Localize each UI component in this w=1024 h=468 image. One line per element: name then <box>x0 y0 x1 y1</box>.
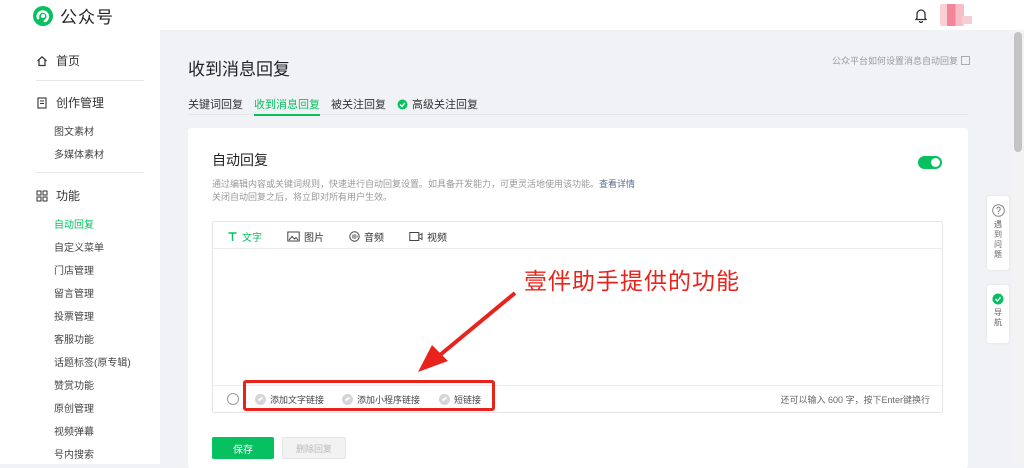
editor-tab-label: 图片 <box>304 233 324 244</box>
tab-follow-reply[interactable]: 被关注回复 <box>331 94 386 114</box>
home-icon <box>37 55 47 66</box>
sidebar-item-store[interactable]: 门店管理 <box>54 262 94 277</box>
sidebar-item-label: 首页 <box>56 54 81 68</box>
grid-icon <box>36 190 48 201</box>
image-icon <box>287 231 300 242</box>
page-title: 收到消息回复 <box>188 60 290 79</box>
auto-reply-description: 通过编辑内容或关键词规则，快速进行自动回复设置。如具备开发能力，可更灵活地使用该… <box>212 178 635 204</box>
char-count: 还可以输入 600 字，按下Enter键换行 <box>780 395 930 405</box>
tab-label: 被关注回复 <box>331 99 386 111</box>
sidebar-item-media-material[interactable]: 多媒体素材 <box>54 146 104 161</box>
sidebar-item-auto-reply[interactable]: 自动回复 <box>54 216 94 231</box>
sidebar-item-topic-tags[interactable]: 话题标签(原专辑) <box>54 354 131 369</box>
desc-line-1: 通过编辑内容或关键词规则，快速进行自动回复设置。如具备开发能力，可更灵活地使用该… <box>212 179 600 189</box>
scrollbar[interactable] <box>1012 30 1024 464</box>
editor-tab-label: 音频 <box>364 233 384 244</box>
sidebar: 首页 创作管理 图文素材 多媒体素材 功能 自动回复 自定义菜单 门店管理 留言… <box>0 30 160 464</box>
desc-line-2: 关闭自动回复之后，将立即对所有用户生效。 <box>212 192 393 202</box>
sidebar-item-votes[interactable]: 投票管理 <box>54 308 94 323</box>
sidebar-item-search[interactable]: 号内搜索 <box>54 446 94 461</box>
details-link[interactable]: 查看详情 <box>599 179 635 189</box>
auto-reply-panel: 自动回复 通过编辑内容或关键词规则，快速进行自动回复设置。如具备开发能力，可更灵… <box>212 150 942 206</box>
annotation-highlight-box <box>243 380 495 411</box>
video-icon <box>409 232 423 241</box>
emoji-icon[interactable] <box>227 393 239 405</box>
divider <box>36 172 144 173</box>
tab-label: 收到消息回复 <box>254 99 320 111</box>
document-icon <box>37 96 47 109</box>
bell-icon[interactable] <box>912 6 930 24</box>
sidebar-group-function[interactable]: 功能 <box>36 187 80 204</box>
help-link-label: 公众平台如何设置消息自动回复 <box>831 56 958 66</box>
doc-icon <box>961 56 970 65</box>
question-icon <box>991 204 1005 217</box>
help-link[interactable]: 公众平台如何设置消息自动回复 <box>832 54 970 67</box>
sidebar-item-original[interactable]: 原创管理 <box>54 400 94 415</box>
sidebar-group-label: 功能 <box>56 189 81 203</box>
annotation-text: 壹伴助手提供的功能 <box>524 268 740 294</box>
editor-tab-video[interactable]: 视频 <box>409 229 447 244</box>
nav-float-label: 导航 <box>993 308 1003 328</box>
sidebar-group-label: 创作管理 <box>56 96 105 110</box>
sidebar-item-home[interactable]: 首页 <box>36 52 80 69</box>
editor-tab-text[interactable]: 文字 <box>227 229 262 244</box>
editor-tab-image[interactable]: 图片 <box>287 229 324 244</box>
avatar[interactable] <box>940 4 964 26</box>
yiban-badge-icon <box>992 293 1004 305</box>
sidebar-item-article-material[interactable]: 图文素材 <box>54 123 94 138</box>
sidebar-item-rewards[interactable]: 赞赏功能 <box>54 377 94 392</box>
reply-card: 自动回复 通过编辑内容或关键词规则，快速进行自动回复设置。如具备开发能力，可更灵… <box>188 128 968 468</box>
sidebar-item-customer-service[interactable]: 客服功能 <box>54 331 94 346</box>
logo[interactable]: 公众号 <box>32 3 114 28</box>
help-float-label: 遇到问题 <box>993 220 1003 260</box>
top-bar: 公众号 <box>0 0 1024 30</box>
save-button[interactable]: 保存 <box>212 437 274 459</box>
auto-reply-title: 自动回复 <box>212 152 268 168</box>
tab-advanced-follow-reply[interactable]: 高级关注回复 <box>397 94 478 114</box>
sidebar-group-creation[interactable]: 创作管理 <box>36 94 104 111</box>
scrollbar-thumb[interactable] <box>1014 32 1022 152</box>
divider <box>36 80 144 81</box>
sidebar-item-video-danmaku[interactable]: 视频弹幕 <box>54 423 94 438</box>
yiban-badge-icon <box>397 99 408 109</box>
delete-reply-button[interactable]: 删除回复 <box>282 437 346 459</box>
tab-label: 关键词回复 <box>188 99 243 111</box>
editor-tab-audio[interactable]: 音频 <box>349 229 384 244</box>
editor-tab-label: 视频 <box>427 233 447 244</box>
auto-reply-toggle[interactable] <box>918 156 942 169</box>
editor-tab-label: 文字 <box>242 233 262 244</box>
nav-float-button[interactable]: 导航 <box>987 285 1009 343</box>
audio-icon <box>349 231 360 242</box>
app-title: 公众号 <box>60 8 114 27</box>
sidebar-item-comments[interactable]: 留言管理 <box>54 285 94 300</box>
tab-message-reply[interactable]: 收到消息回复 <box>254 94 320 116</box>
tab-keyword-reply[interactable]: 关键词回复 <box>188 94 243 114</box>
text-icon <box>228 232 237 241</box>
wechat-official-logo-icon <box>33 5 53 26</box>
avatar-shadow <box>962 16 972 24</box>
help-float-button[interactable]: 遇到问题 <box>987 196 1009 270</box>
sidebar-item-custom-menu[interactable]: 自定义菜单 <box>54 239 104 254</box>
editor-tabs: 文字 图片 音频 视频 <box>213 222 942 249</box>
tab-bar: 关键词回复 收到消息回复 被关注回复 高级关注回复 <box>188 92 968 116</box>
tab-label: 高级关注回复 <box>412 99 478 111</box>
